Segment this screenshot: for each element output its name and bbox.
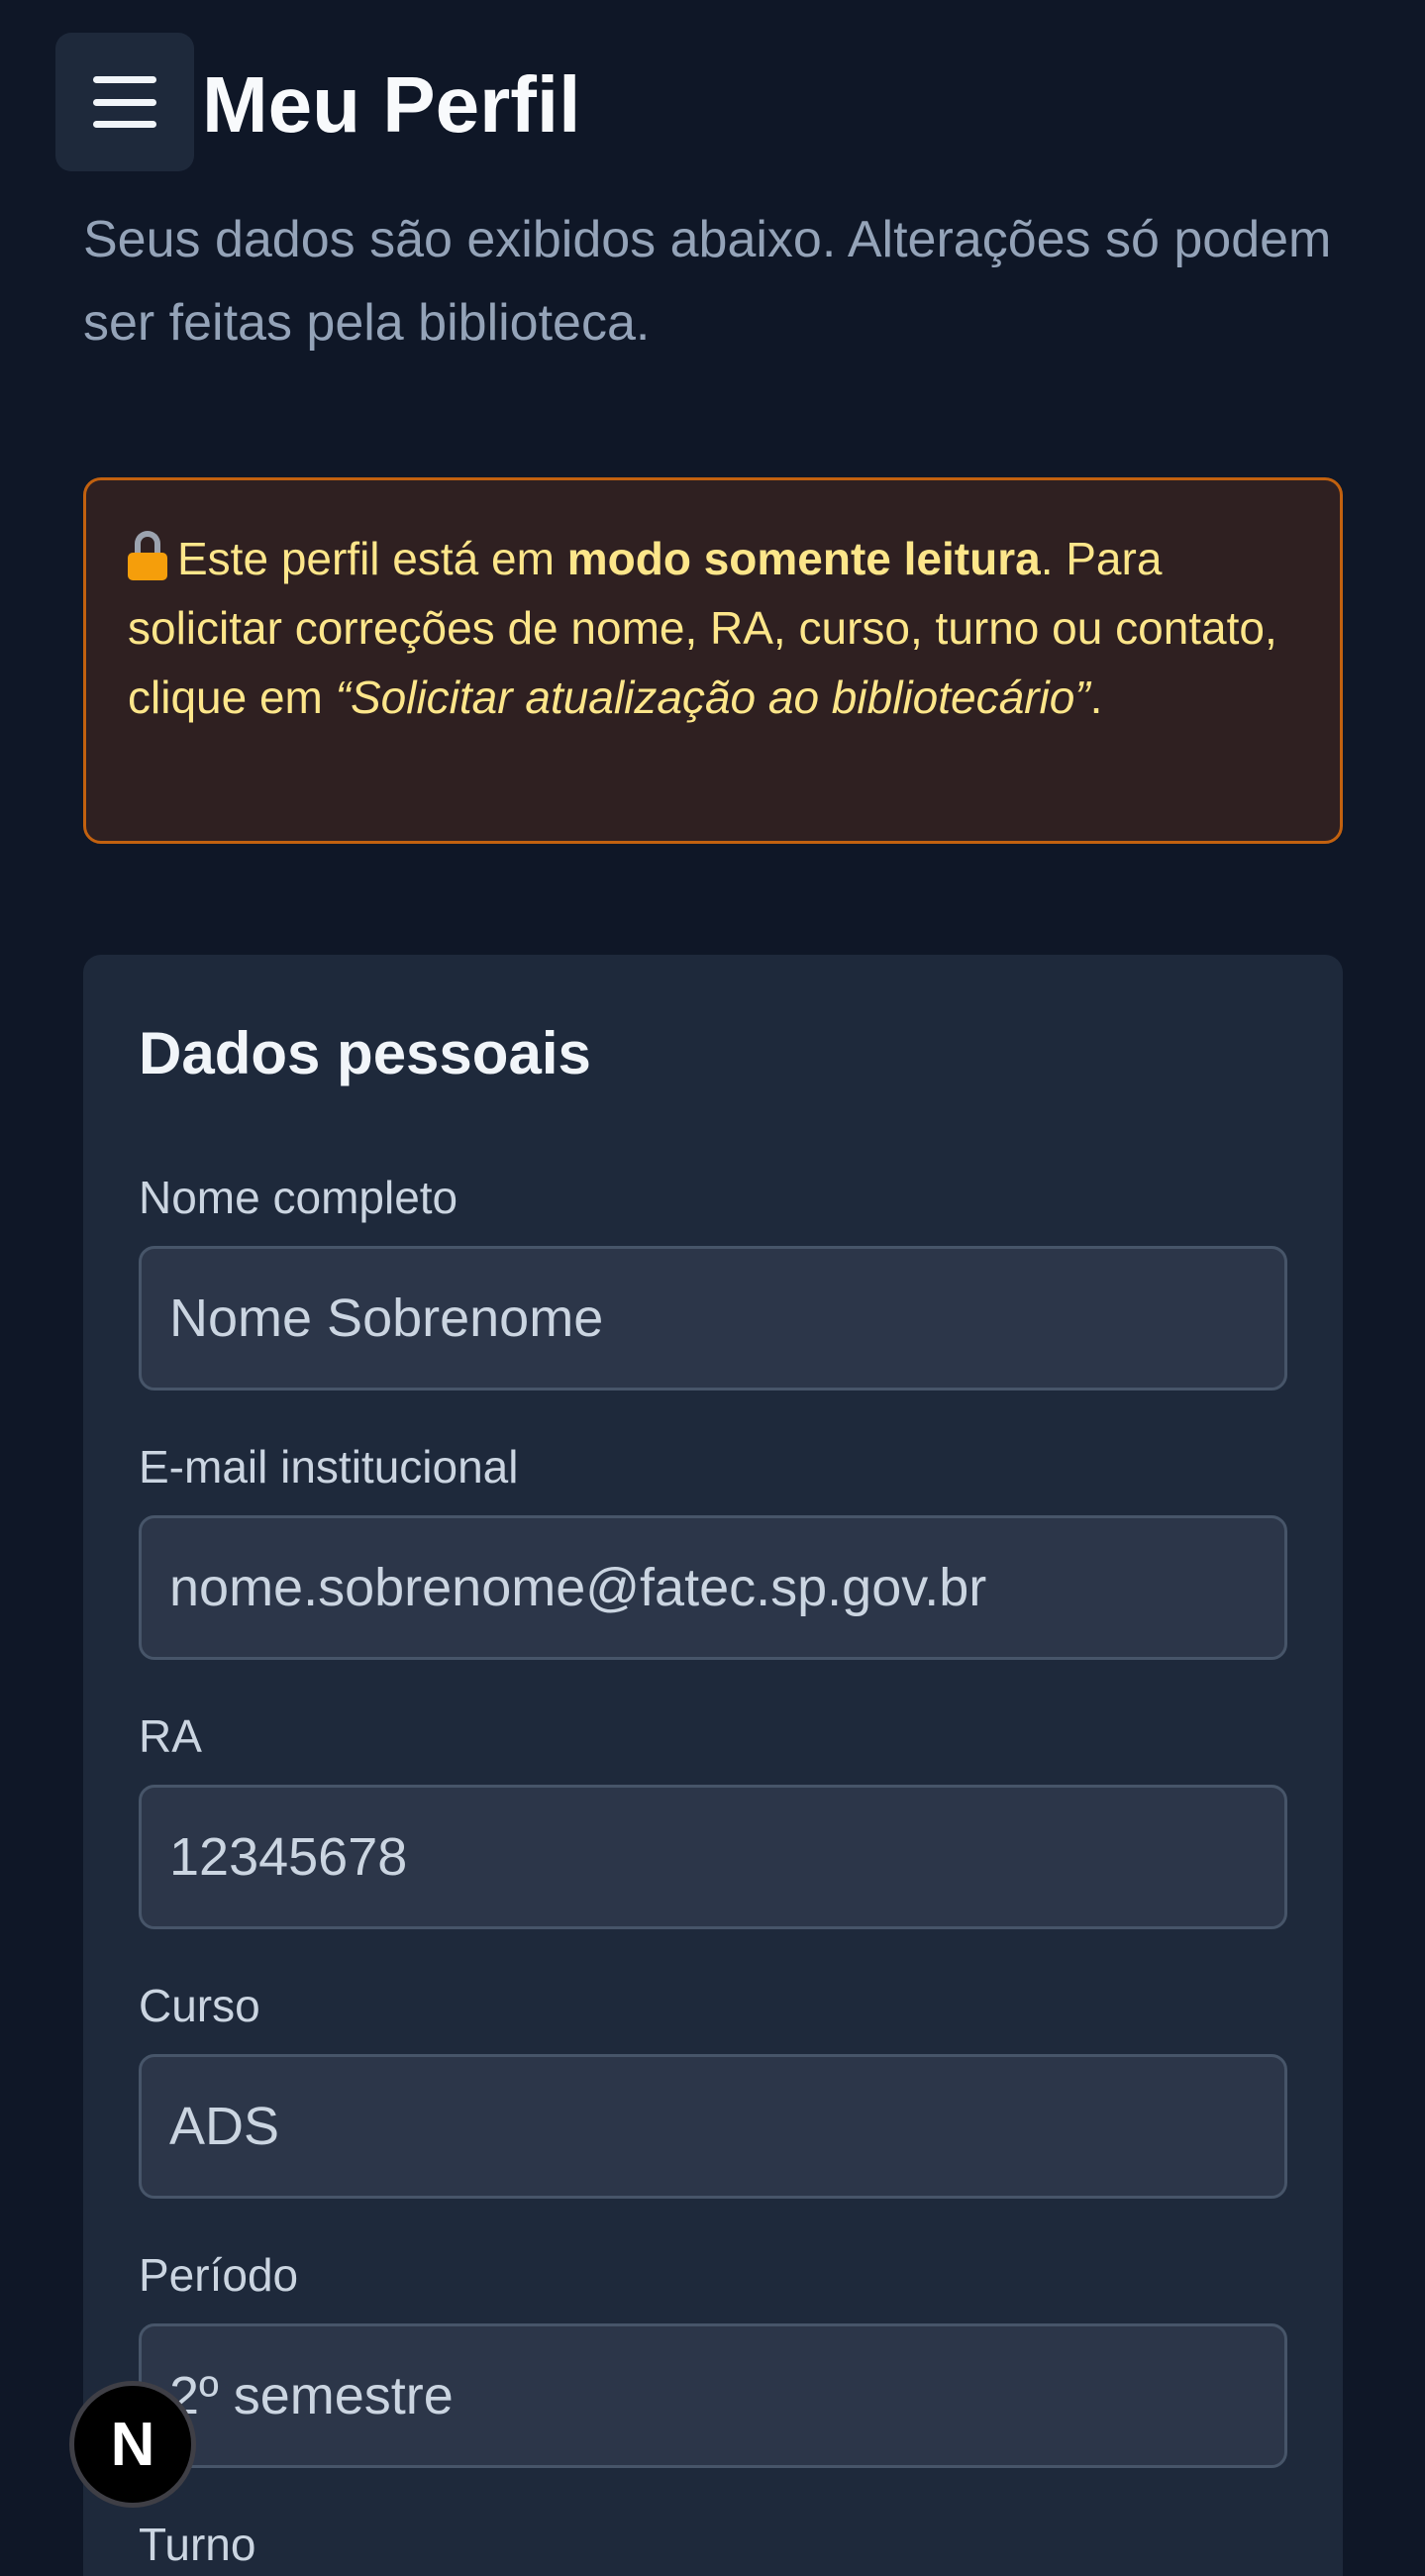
- page-title: Meu Perfil: [202, 60, 581, 149]
- page-subtitle: Seus dados são exibidos abaixo. Alteraçõ…: [83, 211, 1332, 352]
- notice-text-italic: “Solicitar atualização ao bibliotecário”: [335, 671, 1090, 723]
- notice-text-after: .: [1089, 671, 1103, 723]
- field-label-period: Período: [139, 2249, 299, 2301]
- card-title: Dados pessoais: [139, 1020, 591, 1086]
- period-field[interactable]: [139, 2323, 1287, 2468]
- nextjs-dev-badge[interactable]: N: [69, 2381, 196, 2508]
- profile-page: Meu Perfil Seus dados são exibidos abaix…: [0, 0, 1425, 2576]
- field-label-full-name: Nome completo: [139, 1172, 458, 1223]
- menu-button[interactable]: [55, 33, 194, 171]
- full-name-field[interactable]: [139, 1246, 1287, 1391]
- field-label-shift: Turno: [139, 2519, 256, 2570]
- field-label-email: E-mail institucional: [139, 1441, 519, 1493]
- email-field[interactable]: [139, 1515, 1287, 1660]
- notice-text-before: Este perfil está em: [177, 533, 567, 584]
- nextjs-logo-icon: N: [110, 2410, 155, 2479]
- notice-text-bold: modo somente leitura: [566, 533, 1041, 584]
- course-field[interactable]: [139, 2054, 1287, 2199]
- hamburger-menu-icon: [93, 76, 156, 128]
- field-label-course: Curso: [139, 1980, 260, 2031]
- lock-icon: [128, 531, 167, 580]
- read-only-notice: Este perfil está em modo somente leitura…: [83, 477, 1343, 844]
- personal-data-card: Dados pessoais Nome completo E-mail inst…: [83, 955, 1343, 2576]
- field-label-ra: RA: [139, 1710, 202, 1762]
- ra-field[interactable]: [139, 1785, 1287, 1929]
